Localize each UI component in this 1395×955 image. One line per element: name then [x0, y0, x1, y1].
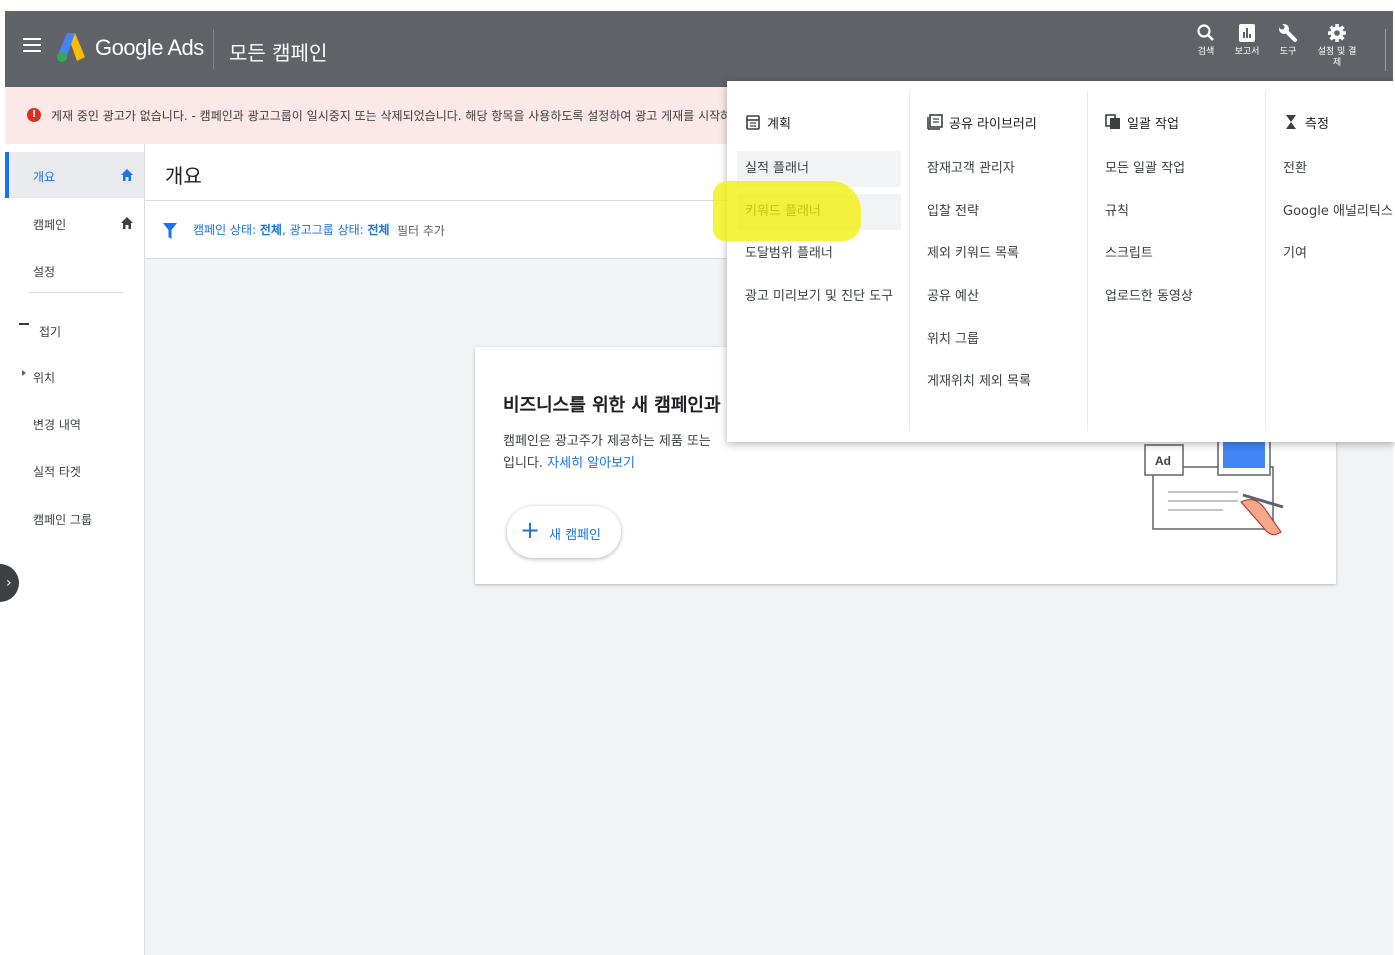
menu-item-audience-manager[interactable]: 잠재고객 관리자 [919, 151, 1015, 187]
column-title: 공유 라이브러리 [949, 117, 1037, 132]
menu-icon[interactable] [23, 38, 41, 52]
top-app-bar: Google Ads 모든 캠페인 검색 보고서 도구 설정 및 결제 [5, 11, 1393, 87]
tools-menu: 계획 실적 플래너 키워드 플래너 도달범위 플래너 광고 미리보기 및 진단 … [727, 81, 1395, 442]
ad-badge: Ad [1155, 454, 1171, 468]
column-header: 공유 라이브러리 [927, 113, 1037, 132]
menu-item-negative-keyword-lists[interactable]: 제외 키워드 목록 [919, 236, 1019, 272]
alert-message: 게재 중인 광고가 없습니다. - 캠페인과 광고그룹이 일시중지 또는 삭제되… [51, 109, 732, 123]
menu-item-google-analytics[interactable]: Google 애널리틱스 [1275, 194, 1393, 230]
settings-billing-label: 설정 및 결제 [1317, 47, 1357, 68]
error-icon: ! [27, 108, 41, 122]
sidebar-item-label: 변경 내역 [33, 418, 81, 432]
sidebar-item-settings[interactable]: 설정 [5, 247, 144, 293]
sidebar-item-label: 캠페인 [33, 218, 67, 232]
reports-button[interactable]: 보고서 [1228, 23, 1266, 79]
search-button-label: 검색 [1197, 47, 1215, 57]
new-campaign-button[interactable]: + 새 캠페인 [507, 506, 621, 558]
home-icon[interactable] [120, 168, 134, 182]
tools-column-planning: 계획 실적 플래너 키워드 플래너 도달범위 플래너 광고 미리보기 및 진단 … [727, 81, 907, 442]
filter-value-campaign: 전체 [259, 223, 282, 237]
tools-button[interactable]: 도구 [1269, 23, 1307, 79]
filter-value-adgroup: 전체 [367, 223, 390, 237]
sidebar-item-label: 실적 타겟 [33, 465, 81, 479]
menu-item-reach-planner[interactable]: 도달범위 플래너 [737, 236, 833, 272]
sidebar-item-label: 개요 [33, 170, 56, 184]
sidebar-item-performance-targets[interactable]: 실적 타겟 [5, 447, 144, 493]
plus-icon: + [520, 516, 541, 544]
menu-item-ad-preview-diagnosis[interactable]: 광고 미리보기 및 진단 도구 [737, 279, 893, 315]
search-button[interactable]: 검색 [1187, 23, 1225, 79]
gear-icon [1328, 24, 1346, 42]
sidebar-item-campaign-groups[interactable]: 캠페인 그룹 [5, 495, 144, 541]
sidebar-expand-button[interactable]: › [0, 564, 19, 602]
menu-item-conversions[interactable]: 전환 [1275, 151, 1307, 187]
learn-more-link[interactable]: 자세히 알아보기 [547, 456, 635, 471]
column-title: 일괄 작업 [1127, 117, 1179, 132]
sidebar-item-change-history[interactable]: 변경 내역 [5, 400, 144, 446]
add-filter-button[interactable]: 필터 추가 [397, 222, 445, 239]
column-header: 일괄 작업 [1105, 113, 1179, 132]
column-title: 측정 [1305, 117, 1329, 132]
menu-item-scripts[interactable]: 스크립트 [1097, 236, 1153, 272]
app-window: Google Ads 모든 캠페인 검색 보고서 도구 설정 및 결제 ! 게재… [0, 11, 1395, 955]
sidebar-item-campaigns[interactable]: 캠페인 [5, 200, 144, 246]
header-divider [213, 29, 214, 69]
sidebar-item-label: 위치 [33, 371, 56, 385]
column-title: 계획 [767, 117, 791, 132]
brand-name: Google Ads [95, 35, 204, 60]
expand-arrow-icon [22, 370, 26, 376]
copy-icon [1105, 114, 1120, 129]
card-desc-line1: 캠페인은 광고주가 제공하는 제품 또는 [503, 434, 711, 449]
tools-button-label: 도구 [1279, 47, 1297, 57]
card-title: 비즈니스를 위한 새 캠페인과 [503, 395, 721, 416]
column-header: 측정 [1283, 113, 1329, 132]
sidebar-item-locations[interactable]: 위치 [5, 353, 144, 399]
menu-item-location-groups[interactable]: 위치 그룹 [919, 322, 979, 358]
filter-prefix-adgroup: , 광고그룹 상태: [281, 223, 368, 237]
menu-item-bid-strategies[interactable]: 입찰 전략 [919, 194, 979, 230]
filter-chip-status[interactable]: 캠페인 상태: 전체, 광고그룹 상태: 전체 [193, 221, 390, 238]
sidebar-divider [29, 292, 123, 293]
reports-button-label: 보고서 [1234, 47, 1260, 57]
menu-item-all-bulk-actions[interactable]: 모든 일괄 작업 [1097, 151, 1185, 187]
sidebar: 개요 캠페인 설정 접기 위치 변경 내역 실적 타겟 캠페인 그룹 › [0, 144, 145, 955]
page-title: 모든 캠페인 [229, 41, 328, 65]
menu-item-rules[interactable]: 규칙 [1097, 194, 1129, 230]
wrench-icon [1279, 24, 1297, 42]
menu-item-performance-planner[interactable]: 실적 플래너 [737, 151, 901, 187]
hourglass-icon [1286, 115, 1296, 129]
menu-item-uploaded-videos[interactable]: 업로드한 동영상 [1097, 279, 1193, 315]
minus-icon [19, 323, 29, 325]
content-title: 개요 [165, 164, 202, 188]
calendar-icon [746, 115, 760, 130]
card-desc-line2: 입니다. [503, 456, 544, 471]
google-ads-logo [57, 33, 85, 62]
sidebar-item-overview[interactable]: 개요 [5, 152, 144, 198]
header-right-divider [1385, 29, 1386, 71]
sidebar-item-label: 접기 [39, 325, 62, 339]
tools-column-shared-library: 공유 라이브러리 잠재고객 관리자 입찰 전략 제외 키워드 목록 공유 예산 … [909, 81, 1087, 442]
sidebar-item-collapse[interactable]: 접기 [5, 307, 144, 353]
sidebar-item-label: 설정 [33, 265, 56, 279]
menu-item-keyword-planner[interactable]: 키워드 플래너 [737, 194, 901, 230]
column-header: 계획 [745, 113, 791, 132]
filter-icon[interactable] [163, 223, 177, 239]
menu-item-placement-exclusion-lists[interactable]: 게재위치 제외 목록 [919, 364, 1031, 400]
home-icon[interactable] [120, 216, 134, 230]
tools-column-bulk-actions: 일괄 작업 모든 일괄 작업 규칙 스크립트 업로드한 동영상 [1087, 81, 1265, 442]
menu-item-attribution[interactable]: 기여 [1275, 236, 1307, 272]
new-campaign-label: 새 캠페인 [549, 528, 601, 543]
tools-column-measurement: 측정 전환 Google 애널리틱스 기여 [1265, 81, 1395, 442]
menu-item-shared-budgets[interactable]: 공유 예산 [919, 279, 979, 315]
library-icon [927, 114, 943, 130]
report-icon [1239, 24, 1255, 42]
settings-billing-button[interactable]: 설정 및 결제 [1317, 23, 1357, 79]
sidebar-item-label: 캠페인 그룹 [33, 513, 93, 527]
search-icon [1197, 24, 1214, 41]
filter-prefix-campaign: 캠페인 상태: [193, 223, 260, 237]
